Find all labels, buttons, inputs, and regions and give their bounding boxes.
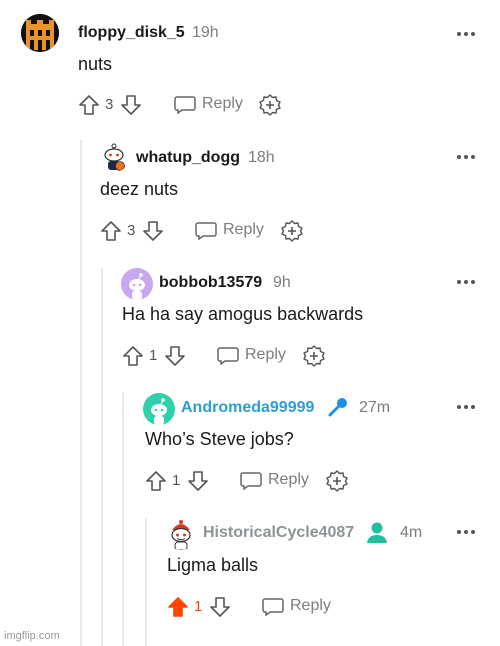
vote-count: 1	[172, 472, 181, 489]
more-options-icon[interactable]	[457, 29, 477, 39]
comment-username[interactable]: floppy_disk_5	[78, 24, 185, 42]
reply-button[interactable]: Reply	[174, 94, 246, 116]
comment-actions: 3 Reply	[78, 94, 298, 122]
comment-timestamp: 27m	[359, 399, 391, 416]
downvote-icon[interactable]	[209, 596, 231, 618]
reply-bubble-icon	[217, 347, 239, 365]
comment-body: Ha ha say amogus backwards	[122, 304, 364, 324]
comment-body: deez nuts	[100, 179, 179, 199]
vote-count: 1	[149, 347, 158, 364]
snoo-red-hat-avatar-icon[interactable]	[165, 518, 197, 550]
snoo-purple-avatar-icon[interactable]	[121, 268, 153, 300]
downvote-icon[interactable]	[120, 94, 142, 116]
castle-avatar-icon[interactable]	[21, 14, 59, 52]
comment-username[interactable]: HistoricalCycle4087	[203, 524, 354, 542]
upvote-icon[interactable]	[78, 94, 100, 116]
upvote-icon[interactable]	[100, 220, 122, 242]
reply-bubble-icon	[262, 598, 284, 616]
snoo-basketball-avatar-icon[interactable]	[98, 140, 130, 172]
thread-line	[80, 140, 82, 646]
snoo-teal-avatar-icon[interactable]	[143, 393, 175, 425]
downvote-icon[interactable]	[187, 470, 209, 492]
comment-actions: 1 Reply	[145, 470, 365, 498]
award-icon[interactable]	[281, 220, 303, 242]
award-icon[interactable]	[326, 470, 348, 492]
comment-body: Ligma balls	[167, 555, 259, 575]
comment-actions: 1 Reply	[167, 596, 347, 624]
more-options-icon[interactable]	[457, 152, 477, 162]
upvote-icon[interactable]	[122, 345, 144, 367]
comment-body: Who’s Steve jobs?	[145, 429, 294, 449]
comment-username[interactable]: Andromeda99999	[181, 399, 314, 417]
reply-label: Reply	[202, 95, 243, 112]
comment-timestamp: 9h	[273, 274, 291, 291]
reply-label: Reply	[268, 471, 309, 488]
comment-timestamp: 4m	[400, 524, 423, 541]
vote-count: 3	[127, 222, 136, 239]
reply-label: Reply	[245, 346, 286, 363]
reply-bubble-icon	[240, 472, 262, 490]
reply-button[interactable]: Reply	[217, 345, 289, 367]
reply-bubble-icon	[195, 222, 217, 240]
more-options-icon[interactable]	[457, 277, 477, 287]
vote-count: 1	[194, 598, 203, 615]
comment-timestamp: 18h	[248, 149, 275, 166]
reply-label: Reply	[290, 597, 331, 614]
comment-username[interactable]: whatup_dogg	[136, 149, 240, 167]
reply-button[interactable]: Reply	[195, 220, 267, 242]
thread-line	[122, 392, 124, 646]
user-icon	[367, 522, 387, 543]
downvote-icon[interactable]	[164, 345, 186, 367]
downvote-icon[interactable]	[142, 220, 164, 242]
upvote-icon[interactable]	[145, 470, 167, 492]
reply-bubble-icon	[174, 96, 196, 114]
reply-button[interactable]: Reply	[240, 470, 312, 492]
comment-username[interactable]: bobbob13579	[159, 274, 262, 292]
thread-line	[101, 268, 103, 646]
watermark: imgflip.com	[4, 630, 60, 642]
vote-count: 3	[105, 96, 114, 113]
microphone-icon	[328, 398, 347, 417]
comment-actions: 3 Reply	[100, 220, 320, 248]
more-options-icon[interactable]	[457, 527, 477, 537]
thread-line	[145, 518, 147, 646]
comment-timestamp: 19h	[192, 24, 219, 41]
comment-actions: 1 Reply	[122, 345, 342, 373]
upvote-icon[interactable]	[167, 596, 189, 618]
more-options-icon[interactable]	[457, 402, 477, 412]
comment-body: nuts	[78, 54, 113, 74]
award-icon[interactable]	[259, 94, 281, 116]
award-icon[interactable]	[303, 345, 325, 367]
reply-button[interactable]: Reply	[262, 596, 334, 618]
reply-label: Reply	[223, 221, 264, 238]
